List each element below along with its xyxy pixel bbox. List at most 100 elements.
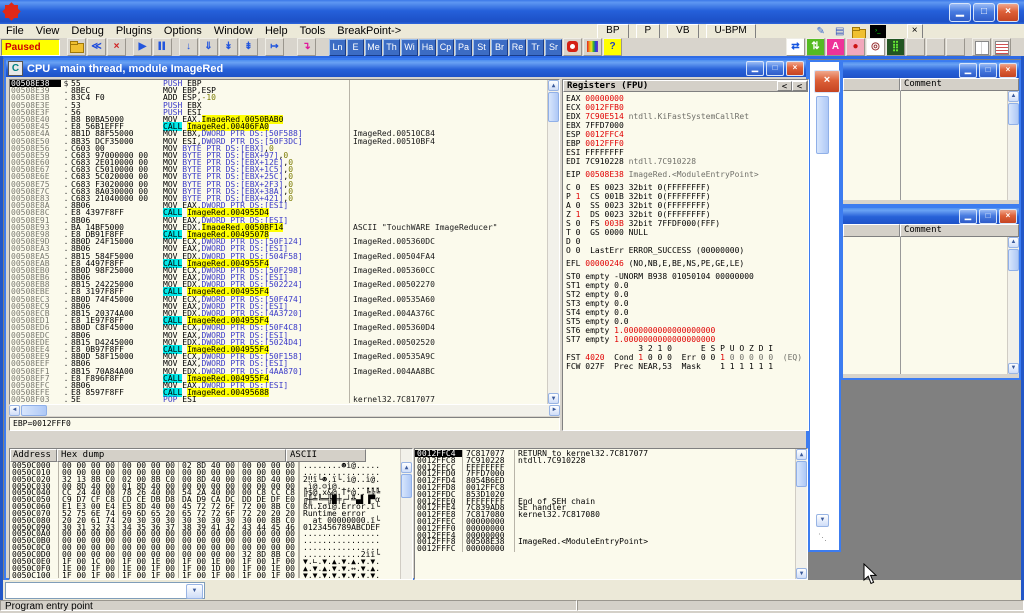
scroll-down-icon[interactable]: ▼ [816,514,829,527]
close-button[interactable]: × [997,3,1019,22]
register-line[interactable]: FCW 027F Prec NEAR,53 Mask 1 1 1 1 1 1 [563,362,808,371]
restart-icon[interactable]: ≪ [87,38,106,56]
window-button-wi[interactable]: Wi [401,39,418,56]
info-pane[interactable]: EBP=0012FFF0 [9,417,560,431]
appearance-icon[interactable] [583,38,602,56]
cpu-window-title-bar[interactable]: C CPU - main thread, module ImageRed ▁ □… [6,60,806,77]
open-file-icon[interactable] [67,38,86,56]
run-icon[interactable]: ▶ [133,38,152,56]
dump-vscrollbar[interactable]: ▲ [400,449,412,579]
minimize-icon[interactable]: ▁ [959,209,977,224]
register-line[interactable]: EBP 0012FFF0 [563,139,808,148]
notepad-icon[interactable]: ✎ [813,25,829,38]
register-line[interactable]: EAX 00000000 [563,94,808,103]
help-icon[interactable]: ? [603,38,622,56]
close-icon[interactable]: × [999,63,1017,78]
comment-window-bottom[interactable]: ▁ □ × Comment ▲ ▼ [841,206,1021,380]
column-header-blank[interactable] [843,78,900,91]
register-line[interactable]: ST6 empty 1.0000000000000000000 [563,326,808,335]
goto-address-icon[interactable]: ↴ [297,38,316,56]
comment-vscrollbar[interactable]: ▲ ▼ [1007,237,1019,374]
disasm-row[interactable]: 00508E3E.53PUSH EBX [10,102,559,109]
scroll-up-icon[interactable]: ▲ [796,449,807,460]
disasm-hscrollbar[interactable]: ◄ ► [9,405,560,416]
keypad-icon[interactable]: ⣿ [886,38,905,56]
register-line[interactable]: S 0 FS 003B 32bit 7FFDF000(FFF) [563,219,808,228]
layout-columns-icon[interactable] [972,38,991,56]
register-line[interactable]: ECX 0012FFB0 [563,103,808,112]
toolbar-close-button[interactable]: × [907,24,923,39]
register-line[interactable]: ESI FFFFFFFF [563,148,808,157]
register-line[interactable]: 3 2 1 0 E S P U O Z D I [563,344,808,353]
spiral-icon[interactable]: ◎ [866,38,885,56]
register-line[interactable]: A 0 SS 0023 32bit 0(FFFFFFFF) [563,201,808,210]
register-line[interactable]: ST3 empty 0.0 [563,299,808,308]
resize-grip[interactable]: ⋱ [818,532,827,543]
registers-pane[interactable]: Registers (FPU) < < EAX 00000000ECX 0012… [562,79,809,431]
menu-button-u-bpm[interactable]: U-BPM [706,24,756,39]
scroll-left-icon[interactable]: ◄ [9,405,20,416]
scroll-up-icon[interactable]: ▲ [1008,91,1019,102]
menu-item-options[interactable]: Options [158,25,208,37]
step-into-icon[interactable]: ↓ [179,38,198,56]
close-program-icon[interactable]: × [107,38,126,56]
menu-button-p[interactable]: P [636,24,661,39]
memory-dump-pane[interactable]: Address Hex dump ASCII 0050C00000 00 00 … [9,448,413,580]
disasm-row[interactable]: 00508E38$55PUSH EBP [10,80,559,87]
stack-row[interactable]: 0012FFFC00000000 [415,545,807,552]
menu-item-breakpoint[interactable]: BreakPoint-> [331,25,407,37]
disasm-row[interactable]: 00508F03.5EPOP ESIkernel32.7C817077 [10,396,559,403]
register-line[interactable]: ST1 empty 0.0 [563,281,808,290]
window-button-e[interactable]: E [347,39,364,56]
menu-item-plugins[interactable]: Plugins [110,25,158,37]
disasm-vscrollbar[interactable]: ▲ ▼ [547,80,559,404]
window-button-sr[interactable]: Sr [545,39,562,56]
comment-vscrollbar[interactable]: ▲ [1007,91,1019,200]
column-header-blank[interactable] [843,224,900,237]
book-icon[interactable]: ▤ [832,25,848,38]
maximize-icon[interactable]: □ [766,61,784,76]
scroll-up-icon[interactable]: ▲ [1008,237,1019,248]
close-icon[interactable]: × [786,61,804,76]
menu-item-window[interactable]: Window [208,25,259,37]
maximize-icon[interactable]: □ [979,63,997,78]
stack-pane[interactable]: 0012FFC47C817077RETURN to kernel32.7C817… [414,448,808,580]
execute-till-return-icon[interactable]: ↦ [265,38,284,56]
register-line[interactable]: EBX 7FFD7000 [563,121,808,130]
scroll-down-icon[interactable]: ▼ [796,568,807,579]
register-line[interactable]: EDI 7C910228 ntdll.7C910228 [563,157,808,166]
pane-collapse-icon[interactable]: < [777,81,792,91]
open-folder-icon[interactable] [851,25,867,38]
register-line[interactable]: T 0 GS 0000 NULL [563,228,808,237]
register-line[interactable]: EIP 00508E38 ImageRed.<ModuleEntryPoint> [563,170,808,179]
scroll-up-icon[interactable]: ▲ [401,462,412,473]
menu-button-vb[interactable]: VB [667,24,698,39]
register-line[interactable]: ST4 empty 0.0 [563,308,808,317]
register-line[interactable]: FST 4020 Cond 1 0 0 0 Err 0 0 1 0 0 0 0 … [563,353,808,362]
menu-item-file[interactable]: File [0,25,30,37]
window-button-tr[interactable]: Tr [527,39,544,56]
blank-button[interactable] [926,38,945,56]
column-header-comment[interactable]: Comment [900,78,1019,91]
layout-rows-icon[interactable] [992,38,1011,56]
pane-collapse-icon[interactable]: < [792,81,807,91]
register-line[interactable]: P 1 CS 001B 32bit 0(FFFFFFFF) [563,192,808,201]
step-over-icon[interactable]: ⇓ [199,38,218,56]
register-line[interactable]: EDX 7C90E514 ntdll.KiFastSystemCallRet [563,112,808,121]
disasm-row[interactable]: 00508EFE.E8 8597F8FFCALL ImageRed.004956… [10,389,559,396]
console-icon[interactable]: ›_ [870,25,886,38]
register-line[interactable]: ST0 empty -UNORM B938 01050104 00000000 [563,272,808,281]
menu-item-help[interactable]: Help [259,25,294,37]
blank-button[interactable] [946,38,965,56]
disassembly-pane[interactable]: 00508E38$55PUSH EBP00508E39.8BECMOV EBP,… [9,79,560,405]
window-button-st[interactable]: St [473,39,490,56]
options-gear-icon[interactable] [563,38,582,56]
scroll-down-icon[interactable]: ▼ [548,393,559,404]
register-line[interactable]: O 0 LastErr ERROR_SUCCESS (00000000) [563,246,808,255]
hidden-window-sliver[interactable]: × ▼ ⋱ [808,60,841,552]
window-button-me[interactable]: Me [365,39,382,56]
ascii-window-icon[interactable]: A [826,38,845,56]
pause-icon[interactable]: ▌▌ [153,38,172,56]
register-line[interactable]: ESP 0012FFC4 [563,130,808,139]
disasm-row[interactable]: 00508E3B.83C4 F0ADD ESP,-10 [10,94,559,101]
